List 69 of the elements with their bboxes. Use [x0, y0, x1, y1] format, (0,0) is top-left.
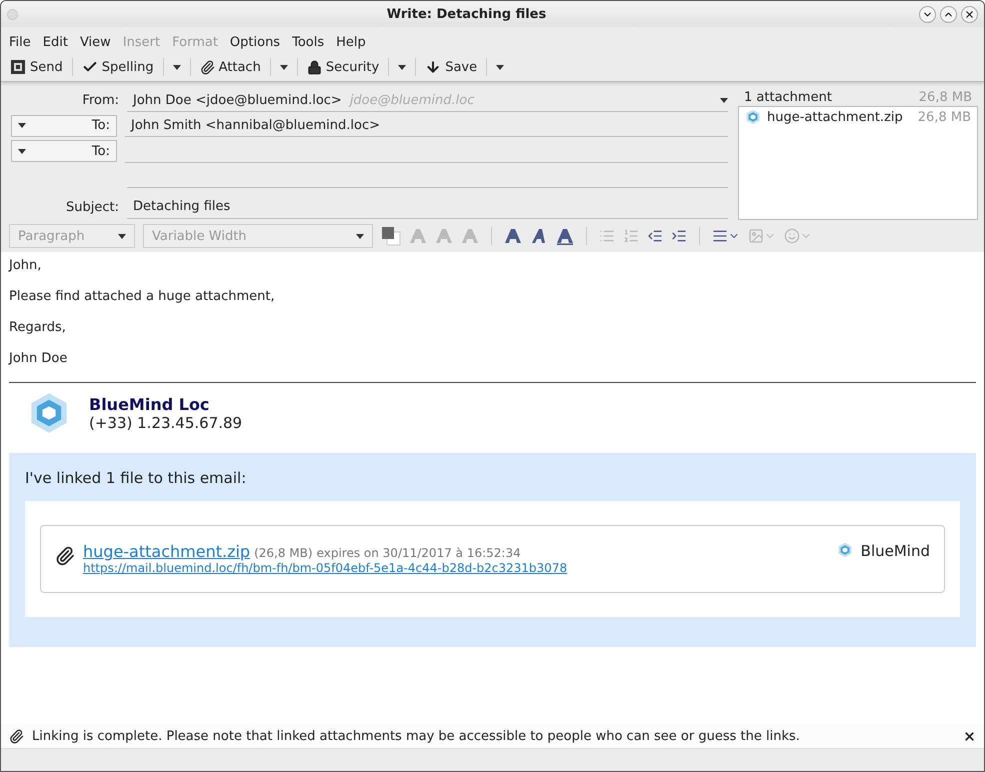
caret-icon [18, 148, 26, 154]
italic-icon[interactable] [530, 227, 548, 245]
recipient-type-button[interactable]: To: [11, 140, 117, 162]
menu-item[interactable]: View [74, 34, 117, 50]
file-link[interactable]: huge-attachment.zip [83, 542, 250, 561]
body-text: Regards, [9, 320, 67, 335]
minimize-button[interactable] [919, 6, 936, 22]
outdent-icon [647, 228, 663, 244]
close-icon[interactable] [963, 730, 976, 742]
menu-item[interactable]: Tools [286, 34, 330, 50]
align-icon [712, 228, 728, 244]
expiry-text: expires on 30/11/2017 à 16:52:34 [316, 546, 521, 560]
caret-icon [118, 234, 126, 238]
close-button[interactable] [961, 6, 978, 22]
smiley-icon [784, 228, 800, 244]
maximize-button[interactable] [940, 6, 957, 22]
attachment-count: 1 attachment [744, 90, 832, 104]
brand-name: BlueMind [860, 542, 930, 560]
download-link[interactable]: https://mail.bluemind.loc/fh/bm-fh/bm-05f04ebf-5e1a-4c44-b28d-b2c3231b3078 [83, 561, 568, 575]
paperclip-icon [200, 60, 215, 74]
caret-icon [398, 64, 406, 70]
menu-item[interactable]: Help [330, 34, 372, 50]
send-icon [10, 59, 26, 75]
spelling-button[interactable]: Spelling [76, 57, 159, 77]
hexagon-icon [745, 109, 761, 125]
close-icon [964, 8, 975, 20]
send-button[interactable]: Send [5, 57, 68, 77]
caret-icon [496, 64, 504, 70]
bold-icon[interactable] [504, 227, 522, 245]
signature-phone: (+33) 1.23.45.67.89 [89, 414, 242, 432]
menu-item[interactable]: Options [224, 34, 286, 50]
menu-item[interactable]: File [3, 34, 37, 50]
color-picker-icon[interactable] [381, 226, 401, 246]
body-text: John Doe [9, 351, 68, 366]
numbered-list-icon [623, 228, 639, 244]
bullet-list-icon [599, 228, 615, 244]
signature-name: BlueMind Loc [89, 394, 210, 414]
field-label: Subject: [65, 200, 120, 215]
window-title: Write: Detaching files [386, 6, 548, 22]
caret-icon [720, 98, 728, 103]
recipient-type-button[interactable]: To: [11, 114, 117, 137]
paperclip-icon [55, 546, 75, 566]
lock-icon [306, 60, 322, 74]
attachment-size: 26,8 MB [918, 110, 971, 124]
caret-icon [356, 234, 364, 238]
attach-button[interactable]: Attach [194, 58, 266, 76]
save-button[interactable]: Save [420, 57, 482, 77]
body-text: Please find attached a huge attachment, [9, 289, 276, 304]
subject-field[interactable]: Detaching files [127, 196, 728, 219]
indent-icon [671, 228, 687, 244]
status-message: Linking is complete. Please note that linked attachments may be accessible to people who can see or guess the links. [32, 728, 801, 744]
attachment-name[interactable]: huge-attachment.zip [767, 110, 912, 124]
image-icon [748, 228, 764, 244]
window-dot-icon [7, 8, 18, 20]
caret-icon [172, 64, 181, 70]
linked-files-intro: I've linked 1 file to this email: [25, 469, 248, 487]
underline-icon[interactable] [556, 227, 574, 245]
body-text: John, [9, 258, 42, 273]
from-field[interactable]: John Doe <jdoe@bluemind.loc> jdoe@bluemind.loc [127, 89, 728, 112]
paperclip-icon [9, 728, 24, 744]
caret-icon [18, 123, 26, 128]
security-button[interactable]: Security [302, 58, 384, 76]
menu-item[interactable]: Edit [36, 34, 74, 50]
file-size: (26,8 MB) [254, 546, 313, 560]
recipient-field[interactable]: John Smith <hannibal@bluemind.loc> [125, 114, 728, 138]
attachment-total-size: 26,8 MB [918, 90, 972, 104]
logo-icon [836, 542, 853, 558]
field-label: From: [81, 93, 120, 108]
caret-icon [280, 64, 288, 70]
